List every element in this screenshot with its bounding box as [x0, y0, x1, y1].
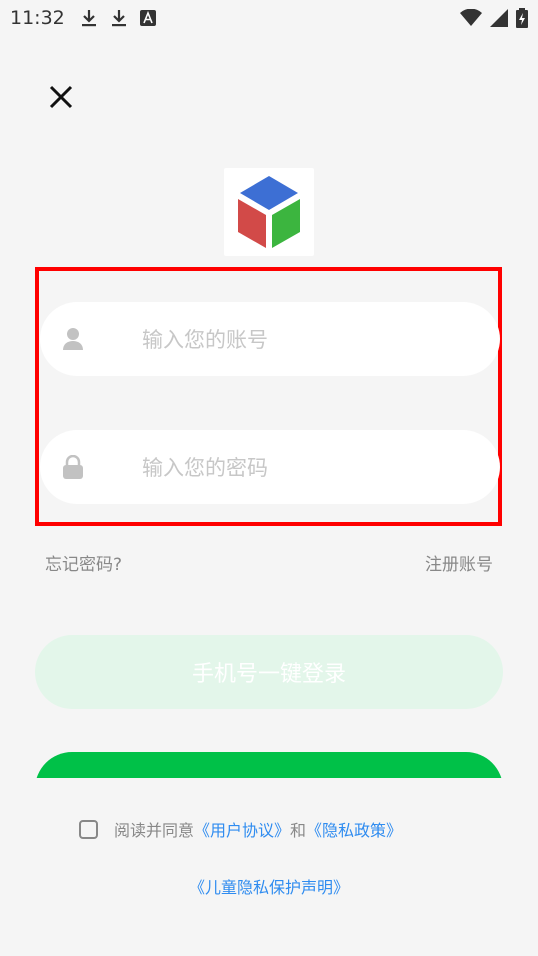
status-icons-right	[460, 8, 528, 28]
forgot-password-link[interactable]: 忘记密码?	[45, 550, 122, 575]
agreement-row: 阅读并同意 《用户协议》 和 《隐私政策》	[79, 817, 402, 841]
lock-icon	[62, 454, 84, 479]
user-agreement-link[interactable]: 《用户协议》	[194, 817, 290, 841]
app-logo	[224, 168, 314, 256]
user-icon	[62, 327, 84, 351]
close-button[interactable]	[46, 82, 76, 112]
password-field[interactable]	[40, 430, 500, 506]
account-field[interactable]	[40, 302, 500, 378]
agreement-prefix: 阅读并同意	[114, 821, 195, 840]
register-account-link[interactable]: 注册账号	[425, 550, 493, 575]
status-time: 11:32	[10, 7, 65, 29]
wifi-icon	[460, 9, 482, 27]
signal-icon	[490, 9, 508, 27]
agree-checkbox[interactable]	[79, 819, 98, 839]
password-input[interactable]	[140, 430, 474, 506]
download-icon	[80, 8, 98, 28]
status-icons-left	[80, 8, 156, 28]
privacy-policy-link[interactable]: 《隐私政策》	[306, 817, 402, 841]
agreement-and: 和	[290, 821, 307, 840]
close-icon	[49, 85, 73, 109]
status-bar: 11:32	[0, 0, 538, 36]
download-icon	[110, 8, 128, 28]
battery-icon	[516, 8, 528, 28]
login-button-clip	[35, 752, 503, 778]
cube-logo	[238, 176, 300, 248]
login-button[interactable]	[35, 752, 503, 778]
account-input[interactable]	[140, 302, 474, 378]
child-privacy-link[interactable]: 《儿童隐私保护声明》	[0, 874, 538, 898]
text-a-icon	[140, 10, 156, 26]
phone-one-click-login-button[interactable]: 手机号一键登录	[35, 635, 503, 709]
